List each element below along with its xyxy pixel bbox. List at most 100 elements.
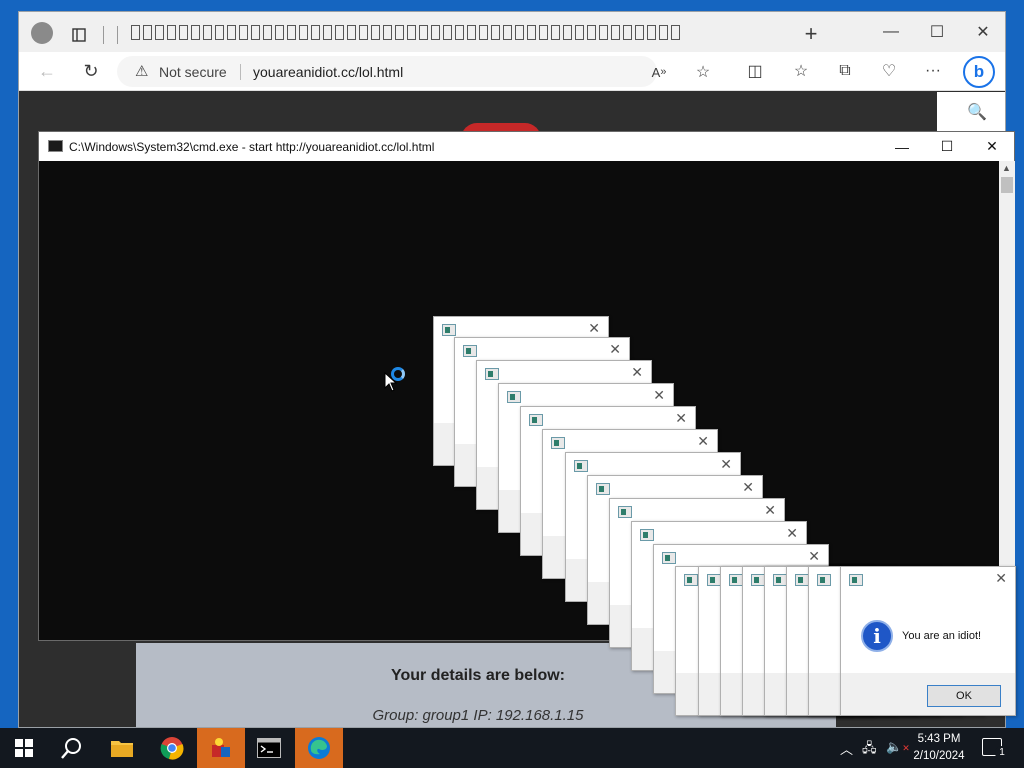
close-icon[interactable]: ✕: [808, 548, 820, 565]
missing-glyph-box: [539, 25, 548, 41]
missing-glyph-box: [143, 25, 152, 41]
favorite-star-icon[interactable]: ☆: [689, 58, 717, 86]
missing-glyph-box: [203, 25, 212, 41]
window-icon: [773, 574, 787, 586]
missing-glyph-box: [371, 25, 380, 41]
copilot-icon[interactable]: b: [963, 56, 995, 88]
tab-title-glyphs[interactable]: [131, 25, 781, 45]
missing-glyph-box: [251, 25, 260, 41]
missing-glyph-box: [275, 25, 284, 41]
missing-glyph-box: [407, 25, 416, 41]
close-icon[interactable]: ✕: [786, 525, 798, 542]
url-field[interactable]: ⚠ Not secure youareanidiot.cc/lol.html A…: [117, 56, 710, 87]
close-icon[interactable]: ✕: [697, 433, 709, 450]
command-prompt-icon[interactable]: [245, 728, 293, 768]
maximize-icon[interactable]: ☐: [924, 132, 970, 161]
missing-glyph-box: [179, 25, 188, 41]
missing-glyph-box: [155, 25, 164, 41]
window-icon: [442, 324, 456, 336]
window-icon: [640, 529, 654, 541]
taskbar: ︿ 🖧 🔈✕ 5:43 PM 2/10/2024 1: [0, 728, 1024, 768]
missing-glyph-box: [575, 25, 584, 41]
missing-glyph-box: [335, 25, 344, 41]
clock-date: 2/10/2024: [913, 750, 965, 762]
window-icon: [707, 574, 721, 586]
close-icon[interactable]: ✕: [720, 456, 732, 473]
favorites-icon[interactable]: ☆: [787, 57, 815, 85]
missing-glyph-box: [467, 25, 476, 41]
close-icon[interactable]: ✕: [653, 387, 665, 404]
notification-count: 1: [995, 746, 1009, 760]
file-explorer-icon[interactable]: [98, 728, 146, 768]
close-icon[interactable]: ✕: [588, 320, 600, 337]
back-icon[interactable]: ←: [33, 57, 61, 85]
busy-spinner-icon: [391, 367, 405, 381]
missing-glyph-box: [227, 25, 236, 41]
new-tab-icon[interactable]: +: [797, 20, 825, 48]
ok-button[interactable]: OK: [927, 685, 1001, 707]
start-button[interactable]: [0, 728, 48, 768]
missing-glyph-box: [623, 25, 632, 41]
security-label[interactable]: Not secure: [159, 64, 227, 80]
cmd-title: C:\Windows\System32\cmd.exe - start http…: [69, 140, 435, 154]
window-icon: [463, 345, 477, 357]
missing-glyph-box: [239, 25, 248, 41]
tab-divider: [117, 26, 118, 44]
missing-glyph-box: [443, 25, 452, 41]
scroll-thumb[interactable]: [1001, 177, 1013, 193]
missing-glyph-box: [215, 25, 224, 41]
close-icon[interactable]: ✕: [631, 364, 643, 381]
window-icon: [817, 574, 831, 586]
window-icon: [529, 414, 543, 426]
missing-glyph-box: [131, 25, 140, 41]
system-clock[interactable]: 5:43 PM 2/10/2024: [906, 731, 972, 765]
missing-glyph-box: [323, 25, 332, 41]
missing-glyph-box: [599, 25, 608, 41]
split-screen-icon[interactable]: ◫: [741, 57, 769, 85]
cube-app-icon[interactable]: [197, 728, 245, 768]
maximize-icon[interactable]: ☐: [923, 18, 951, 46]
close-icon[interactable]: ✕: [969, 18, 997, 46]
window-icon: [551, 437, 565, 449]
minimize-icon[interactable]: —: [879, 132, 925, 161]
tab-actions-icon[interactable]: [65, 21, 93, 49]
missing-glyph-box: [503, 25, 512, 41]
close-icon[interactable]: ✕: [675, 410, 687, 427]
window-icon: [684, 574, 698, 586]
close-icon[interactable]: ✕: [609, 341, 621, 358]
window-icon: [618, 506, 632, 518]
read-aloud-icon[interactable]: A»: [645, 58, 673, 86]
edge-icon[interactable]: [295, 728, 343, 768]
network-icon[interactable]: 🖧: [862, 739, 877, 761]
window-icon: [795, 574, 809, 586]
minimize-icon[interactable]: —: [877, 18, 905, 46]
show-hidden-icons-icon[interactable]: ︿: [840, 739, 853, 758]
scroll-up-icon[interactable]: ▲: [1002, 163, 1011, 173]
search-icon[interactable]: 🔍: [963, 98, 991, 126]
close-icon[interactable]: ✕: [969, 132, 1015, 161]
cmd-titlebar[interactable]: C:\Windows\System32\cmd.exe - start http…: [39, 132, 1014, 161]
close-icon[interactable]: ✕: [995, 570, 1007, 587]
missing-glyph-box: [191, 25, 200, 41]
chrome-icon[interactable]: [148, 728, 196, 768]
browser-essentials-icon[interactable]: ♡: [875, 57, 903, 85]
warning-icon: ⚠: [135, 63, 149, 80]
missing-glyph-box: [383, 25, 392, 41]
search-button[interactable]: [48, 728, 96, 768]
missing-glyph-box: [527, 25, 536, 41]
more-options-icon[interactable]: ···: [919, 57, 947, 85]
missing-glyph-box: [635, 25, 644, 41]
close-icon[interactable]: ✕: [764, 502, 776, 519]
collections-icon[interactable]: ⧉: [831, 57, 859, 85]
missing-glyph-box: [659, 25, 668, 41]
refresh-icon[interactable]: ↻: [77, 57, 105, 85]
missing-glyph-box: [395, 25, 404, 41]
url-text[interactable]: youareanidiot.cc/lol.html: [253, 64, 403, 80]
close-icon[interactable]: ✕: [742, 479, 754, 496]
missing-glyph-box: [647, 25, 656, 41]
window-icon: [751, 574, 765, 586]
message-box: ✕ i You are an idiot! OK: [840, 566, 1016, 716]
missing-glyph-box: [299, 25, 308, 41]
missing-glyph-box: [167, 25, 176, 41]
profile-avatar[interactable]: [31, 22, 53, 44]
